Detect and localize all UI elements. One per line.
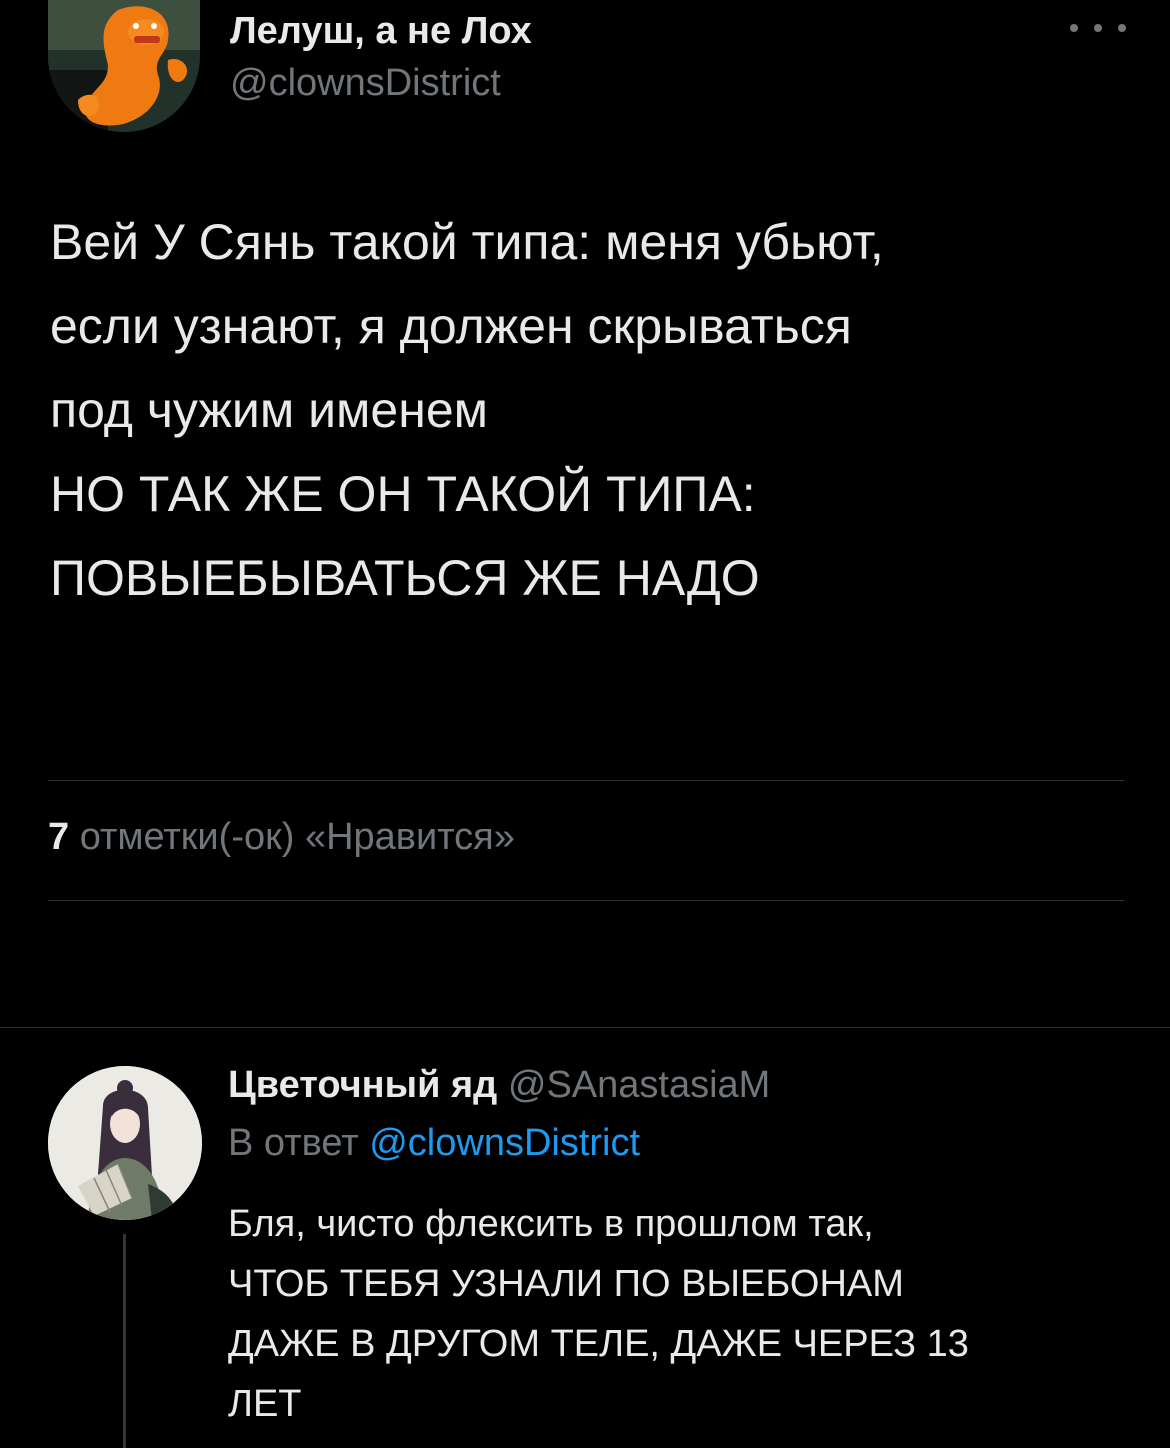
- more-dot: [1094, 24, 1102, 32]
- tweet-text-line: НО ТАК ЖЕ ОН ТАКОЙ ТИПА:: [50, 466, 756, 522]
- replying-to-label: В ответ: [228, 1122, 359, 1164]
- tweet-text-line: под чужим именем: [50, 382, 489, 438]
- anime-character-avatar-image: [48, 1066, 202, 1220]
- likes-label: отметки(-ок) «Нравится»: [79, 816, 515, 858]
- replying-to: В ответ @clownsDistrict: [228, 1122, 640, 1165]
- author-avatar[interactable]: [48, 0, 200, 132]
- reply-text-line: ЧТОБ ТЕБЯ УЗНАЛИ ПО ВЫЕБОНАМ: [228, 1263, 904, 1305]
- replying-to-handle-link[interactable]: @clownsDistrict: [369, 1122, 640, 1164]
- thread-connector-line: [123, 1234, 126, 1448]
- likes-count-link[interactable]: 7 отметки(-ок) «Нравится»: [48, 816, 515, 859]
- likes-count: 7: [48, 816, 70, 858]
- stats-bottom-divider: [48, 900, 1124, 901]
- author-display-name[interactable]: Лелуш, а не Лох: [230, 10, 532, 53]
- more-dot: [1070, 24, 1078, 32]
- reply-text: Бля, чисто флексить в прошлом так, ЧТОБ …: [228, 1194, 1128, 1434]
- author-handle[interactable]: @clownsDistrict: [230, 62, 501, 105]
- orange-plush-toy-avatar-image: [48, 0, 200, 132]
- more-horizontal-icon[interactable]: [1070, 14, 1126, 42]
- more-dot: [1118, 24, 1126, 32]
- tweet-text: Вей У Сянь такой типа: меня убьют, если …: [50, 200, 1140, 620]
- reply-section-divider: [0, 1027, 1170, 1028]
- reply-author-display-name[interactable]: Цветочный яд: [228, 1064, 497, 1106]
- tweet-text-line: если узнают, я должен скрываться: [50, 298, 852, 354]
- reply-author-handle[interactable]: @SAnastasiaM: [508, 1064, 770, 1106]
- reply-text-line: ДАЖЕ В ДРУГОМ ТЕЛЕ, ДАЖЕ ЧЕРЕЗ 13: [228, 1323, 969, 1365]
- tweet-text-line: Вей У Сянь такой типа: меня убьют,: [50, 214, 884, 270]
- reply-header: Цветочный яд @SAnastasiaM: [228, 1064, 770, 1107]
- stats-top-divider: [48, 780, 1124, 781]
- reply-text-line: ЛЕТ: [228, 1383, 302, 1425]
- reply-author-avatar[interactable]: [48, 1066, 202, 1220]
- reply-text-line: Бля, чисто флексить в прошлом так,: [228, 1203, 874, 1245]
- tweet-text-line: ПОВЫЕБЫВАТЬСЯ ЖЕ НАДО: [50, 550, 760, 606]
